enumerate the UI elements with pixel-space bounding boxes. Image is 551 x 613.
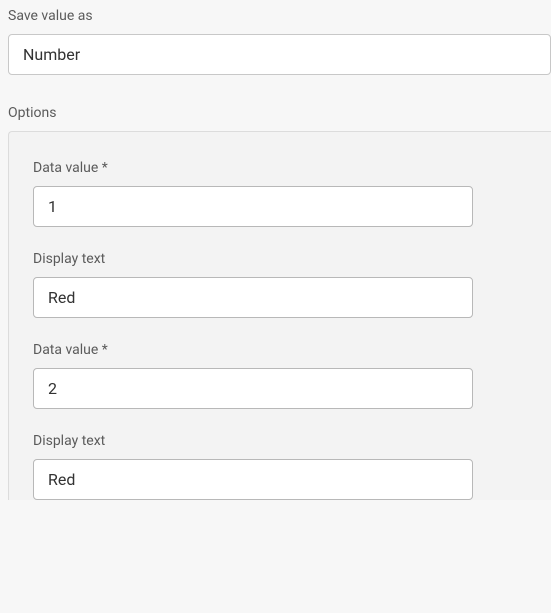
option-item: Data value * xyxy=(33,342,527,409)
display-text-input[interactable] xyxy=(33,459,473,500)
option-item: Display text xyxy=(33,251,527,318)
data-value-label: Data value * xyxy=(33,342,527,358)
display-text-label: Display text xyxy=(33,433,527,449)
data-value-label: Data value * xyxy=(33,160,527,176)
options-label: Options xyxy=(8,105,551,121)
options-panel: Data value * Display text Data value * D… xyxy=(8,131,551,500)
data-value-input[interactable] xyxy=(33,368,473,409)
data-value-input[interactable] xyxy=(33,186,473,227)
save-value-as-label: Save value as xyxy=(8,8,551,24)
display-text-input[interactable] xyxy=(33,277,473,318)
option-item: Display text xyxy=(33,433,527,500)
save-value-as-select[interactable]: Number xyxy=(8,34,551,75)
display-text-label: Display text xyxy=(33,251,527,267)
option-item: Data value * xyxy=(33,160,527,227)
